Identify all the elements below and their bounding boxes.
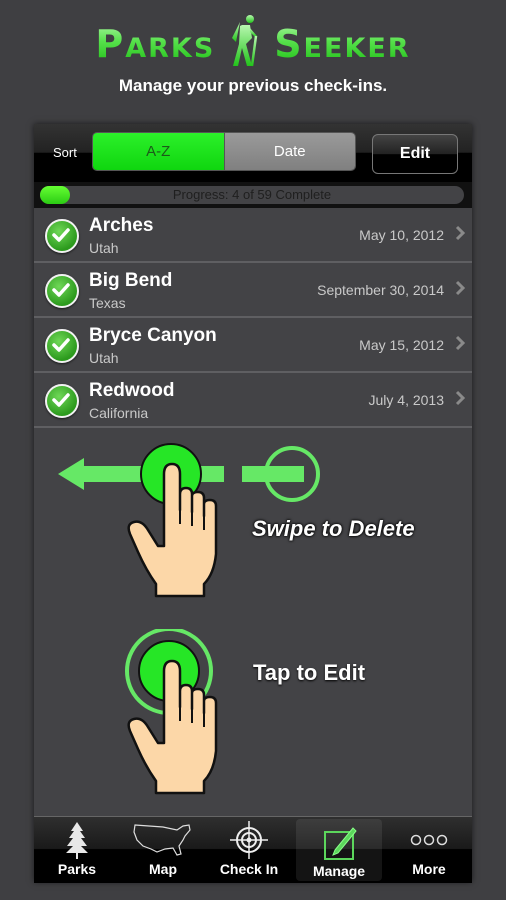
chevron-right-icon bbox=[455, 280, 466, 301]
checkmark-icon bbox=[45, 219, 79, 253]
chevron-right-icon bbox=[455, 335, 466, 356]
tab-more[interactable]: More bbox=[386, 817, 472, 883]
park-state: Utah bbox=[89, 240, 119, 256]
crosshair-icon bbox=[229, 820, 269, 860]
page-subtitle: Manage your previous check-ins. bbox=[118, 76, 388, 95]
park-name: Bryce Canyon bbox=[89, 325, 217, 346]
tab-label: Check In bbox=[219, 861, 279, 877]
checkmark-icon bbox=[45, 274, 79, 308]
progress-bar: Progress: 4 of 59 Complete bbox=[40, 186, 464, 204]
checkin-row[interactable]: Arches Utah May 10, 2012 bbox=[34, 208, 472, 263]
manage-panel: Sort A-Z Date Edit Progress: 4 of 59 Com… bbox=[34, 124, 472, 883]
checkin-row[interactable]: Redwood California July 4, 2013 bbox=[34, 373, 472, 428]
checkmark-icon bbox=[45, 384, 79, 418]
tab-label: Map bbox=[149, 861, 177, 877]
checkin-date: May 10, 2012 bbox=[359, 227, 444, 243]
checkin-date: May 15, 2012 bbox=[359, 337, 444, 353]
park-name: Arches bbox=[89, 215, 154, 236]
usa-map-icon bbox=[133, 820, 193, 860]
progress-section: Progress: 4 of 59 Complete bbox=[34, 182, 472, 208]
tab-check-in[interactable]: Check In bbox=[206, 817, 292, 883]
chevron-right-icon bbox=[455, 225, 466, 246]
park-state: Utah bbox=[89, 350, 119, 366]
swipe-hint-label: Swipe to Delete bbox=[252, 516, 415, 541]
brand-name-right: Seeker bbox=[274, 21, 411, 66]
more-dots-icon bbox=[409, 820, 449, 860]
tab-parks[interactable]: Parks bbox=[34, 817, 120, 883]
hiker-icon bbox=[228, 14, 262, 73]
chevron-right-icon bbox=[455, 390, 466, 411]
park-name: Redwood bbox=[89, 380, 175, 401]
tab-map[interactable]: Map bbox=[120, 817, 206, 883]
progress-text: Progress: 4 of 59 Complete bbox=[172, 187, 332, 202]
tap-gesture-icon bbox=[125, 629, 218, 795]
tree-icon bbox=[64, 820, 90, 860]
edit-button[interactable]: Edit bbox=[372, 134, 458, 174]
sort-segmented-control: A-Z Date bbox=[92, 132, 356, 171]
sort-option-date[interactable]: Date bbox=[223, 133, 355, 170]
park-state: California bbox=[89, 405, 149, 421]
tab-label: More bbox=[412, 861, 446, 877]
brand-name-left: Parks bbox=[95, 21, 216, 66]
sort-label: Sort bbox=[53, 145, 77, 160]
tab-bar: Parks Map Check In Manage More bbox=[34, 816, 472, 883]
checkin-row[interactable]: Bryce Canyon Utah May 15, 2012 bbox=[34, 318, 472, 373]
tab-label: Manage bbox=[312, 863, 366, 879]
checkin-list: Arches Utah May 10, 2012 Big Bend Texas … bbox=[34, 208, 472, 428]
park-state: Texas bbox=[89, 295, 126, 311]
edit-pencil-icon bbox=[319, 822, 359, 862]
sort-option-az[interactable]: A-Z bbox=[93, 133, 224, 170]
checkin-date: September 30, 2014 bbox=[317, 282, 444, 298]
tap-hint-label: Tap to Edit bbox=[253, 660, 366, 685]
checkmark-icon bbox=[45, 329, 79, 363]
tab-manage[interactable]: Manage bbox=[296, 819, 382, 881]
toolbar: Sort A-Z Date Edit bbox=[34, 124, 472, 182]
app-logo: Parks Seeker bbox=[0, 14, 506, 70]
checkin-date: July 4, 2013 bbox=[368, 392, 445, 408]
checkin-row[interactable]: Big Bend Texas September 30, 2014 bbox=[34, 263, 472, 318]
tab-label: Parks bbox=[57, 861, 97, 877]
park-name: Big Bend bbox=[89, 270, 173, 291]
